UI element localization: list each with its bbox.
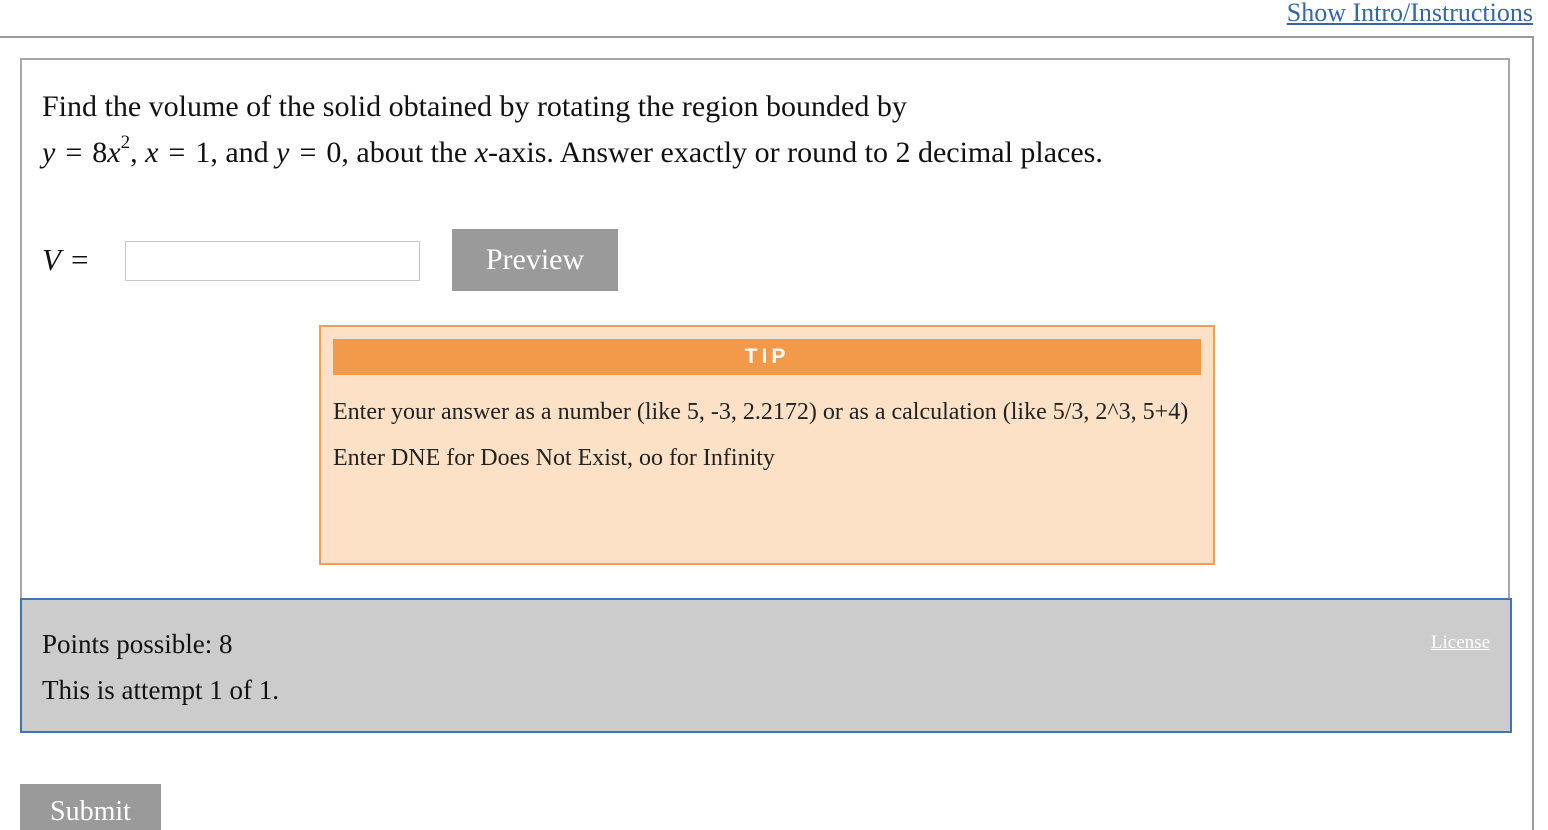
tip-box: TIP Enter your answer as a number (like … bbox=[319, 325, 1215, 565]
math-equals-2: = bbox=[168, 136, 186, 169]
math-x: x bbox=[107, 136, 121, 169]
tip-line-2: Enter DNE for Does Not Exist, oo for Inf… bbox=[333, 445, 775, 471]
attempt-count: This is attempt 1 of 1. bbox=[42, 675, 279, 705]
tip-header: TIP bbox=[333, 339, 1201, 375]
tip-body: Enter your answer as a number (like 5, -… bbox=[333, 389, 1193, 481]
license-link[interactable]: License bbox=[1431, 632, 1490, 654]
math-y: y bbox=[42, 136, 56, 169]
question-text: Find the volume of the solid obtained by… bbox=[42, 84, 1482, 176]
right-divider bbox=[1532, 36, 1534, 830]
math-coefficient: 8 bbox=[92, 136, 108, 169]
question-line-2-rest: -axis. Answer exactly or round to 2 deci… bbox=[488, 136, 1103, 169]
condition-2-value: 1, and bbox=[195, 136, 269, 169]
math-x-condition: x bbox=[145, 136, 159, 169]
math-equals: = bbox=[65, 136, 83, 169]
top-divider bbox=[0, 36, 1534, 38]
show-intro-instructions-link[interactable]: Show Intro/Instructions bbox=[1287, 0, 1533, 28]
question-line-1: Find the volume of the solid obtained by… bbox=[42, 90, 907, 123]
page: Show Intro/Instructions Find the volume … bbox=[0, 0, 1548, 830]
question-info-bar: Points possible: 8 This is attempt 1 of … bbox=[20, 598, 1512, 733]
submit-button[interactable]: Submit bbox=[20, 784, 161, 830]
math-comma: , bbox=[130, 136, 138, 169]
points-possible: Points possible: 8 bbox=[42, 629, 233, 659]
math-equals-3: = bbox=[299, 136, 317, 169]
answer-variable: V bbox=[42, 242, 61, 277]
condition-3-value: 0, about the bbox=[326, 136, 468, 169]
tip-line-1: Enter your answer as a number (like 5, -… bbox=[333, 399, 1189, 425]
math-exponent: 2 bbox=[120, 132, 131, 153]
answer-label: V = bbox=[42, 240, 98, 280]
answer-input[interactable] bbox=[125, 241, 420, 281]
math-axis-variable: x bbox=[474, 136, 489, 169]
math-y-condition: y bbox=[276, 136, 290, 169]
preview-button[interactable]: Preview bbox=[452, 229, 618, 291]
question-panel: Find the volume of the solid obtained by… bbox=[20, 58, 1510, 598]
answer-equals: = bbox=[70, 242, 89, 277]
